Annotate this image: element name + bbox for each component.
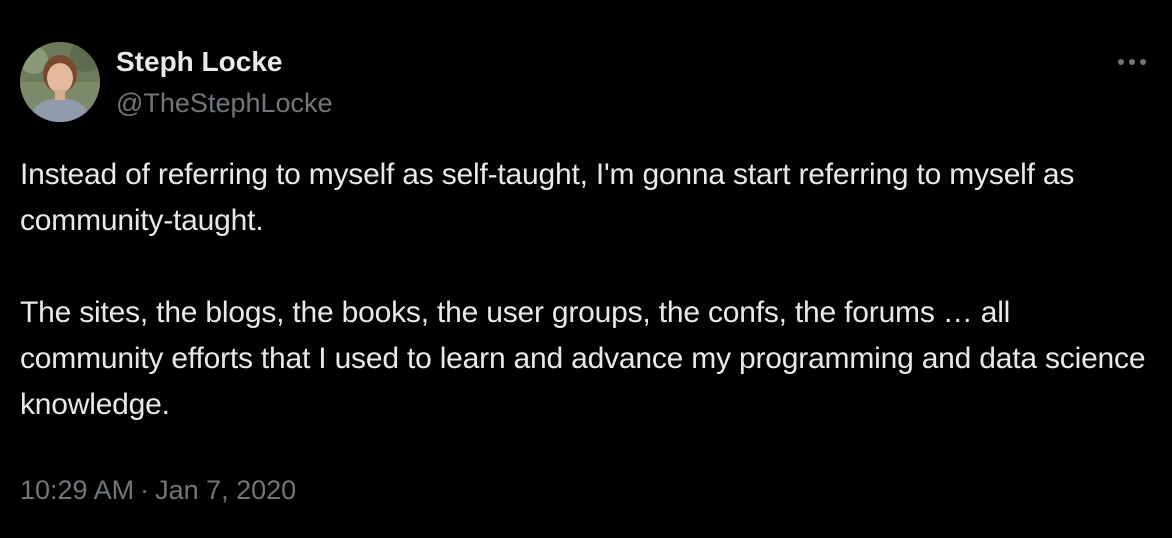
- tweet-paragraph: The sites, the blogs, the books, the use…: [20, 296, 1146, 421]
- more-options-button[interactable]: [1110, 50, 1154, 74]
- avatar[interactable]: [20, 42, 100, 122]
- tweet-text: Instead of referring to myself as self-t…: [20, 152, 1155, 428]
- author-handle[interactable]: @TheStephLocke: [116, 86, 333, 120]
- profile-photo-icon: [20, 42, 100, 122]
- tweet-date-link[interactable]: Jan 7, 2020: [155, 475, 296, 505]
- more-horizontal-icon: [1118, 59, 1146, 65]
- tweet-timestamp: 10:29 AM · Jan 7, 2020: [20, 472, 296, 508]
- author-display-name[interactable]: Steph Locke: [116, 45, 282, 79]
- tweet-card: Steph Locke @TheStephLocke Instead of re…: [0, 0, 1172, 538]
- tweet-paragraph: Instead of referring to myself as self-t…: [20, 158, 1075, 237]
- tweet-time-link[interactable]: 10:29 AM: [20, 475, 134, 505]
- separator-dot: ·: [140, 475, 150, 505]
